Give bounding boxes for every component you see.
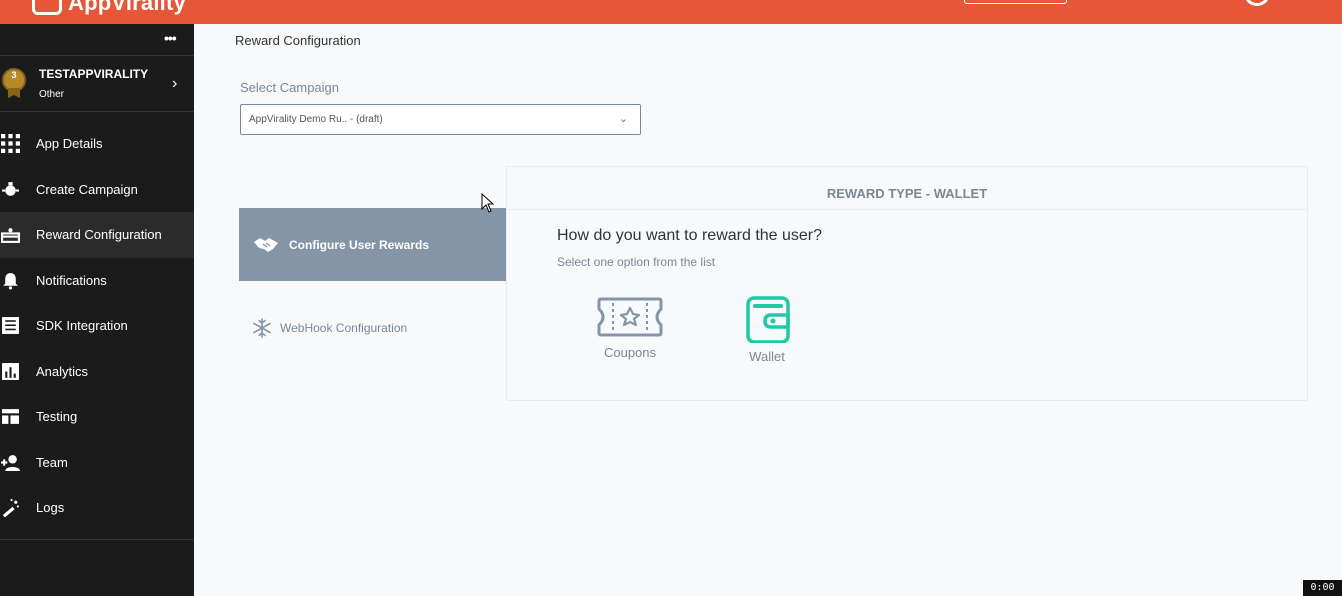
medal-ribbon	[8, 88, 20, 98]
reward-option-wallet[interactable]: Wallet	[743, 295, 791, 364]
mouse-cursor-icon	[481, 192, 495, 218]
sidebar-item-notifications[interactable]: Notifications	[0, 258, 194, 304]
sidebar-item-create-campaign[interactable]: Create Campaign	[0, 167, 194, 213]
bar-chart-icon	[0, 362, 36, 381]
bulb-icon	[0, 180, 36, 199]
gift-icon	[0, 225, 36, 244]
sidebar-item-label: App Details	[36, 136, 103, 152]
medal-icon: 3	[2, 68, 26, 98]
sidebar-item-label: Logs	[36, 500, 65, 516]
sidebar-item-logs[interactable]: Logs	[0, 485, 194, 531]
tab-configure-user-rewards[interactable]: Configure User Rewards	[239, 208, 507, 281]
user-avatar-icon[interactable]	[1244, 0, 1270, 6]
sidebar-item-label: SDK Integration	[36, 318, 128, 334]
reward-hint: Select one option from the list	[557, 255, 716, 269]
chevron-right-icon[interactable]: ›	[172, 75, 177, 93]
add-user-icon	[0, 453, 36, 472]
list-icon	[0, 316, 36, 335]
breadcrumb: Reward Configuration	[235, 33, 361, 48]
reward-question: How do you want to reward the user?	[557, 227, 823, 244]
sidebar-item-label: Testing	[36, 409, 78, 425]
wand-icon	[0, 498, 36, 518]
chevron-down-icon: ⌄	[618, 113, 628, 125]
reward-type-panel: REWARD TYPE - WALLET How do you want to …	[506, 166, 1308, 401]
recording-timer: 0:00	[1303, 580, 1342, 596]
sidebar-nav: App Details Create Campaign Reward Confi…	[0, 121, 194, 531]
option-label: Wallet	[749, 349, 785, 364]
campaign-select[interactable]: AppVirality Demo Ru.. - (draft) ⌄	[240, 104, 641, 135]
sidebar-divider	[0, 539, 194, 540]
reward-option-coupons[interactable]: Coupons	[595, 295, 665, 360]
sidebar-item-testing[interactable]: Testing	[0, 394, 194, 440]
panel-title: REWARD TYPE - WALLET	[507, 167, 1307, 210]
snowflake-icon	[252, 318, 272, 338]
handshake-icon	[253, 236, 279, 254]
wallet-icon	[743, 295, 791, 343]
bell-icon	[0, 271, 36, 290]
app-name: TESTAPPVIRALITY	[39, 67, 149, 81]
more-options-icon[interactable]: •••	[164, 31, 177, 45]
grid-icon	[0, 134, 36, 154]
top-bar: AppVirality	[0, 0, 1342, 24]
campaign-select-value: AppVirality Demo Ru.. - (draft)	[249, 114, 383, 125]
layout-icon	[0, 407, 36, 426]
sidebar-item-reward-configuration[interactable]: Reward Configuration	[0, 212, 194, 258]
sidebar-item-app-details[interactable]: App Details	[0, 121, 194, 167]
sidebar-item-label: Team	[36, 454, 68, 470]
sidebar: ••• 3 TESTAPPVIRALITY Other › App Detail…	[0, 24, 194, 596]
campaign-select-label: Select Campaign	[240, 80, 339, 95]
coupon-icon	[595, 295, 665, 339]
app-logo[interactable]: AppVirality	[32, 0, 186, 16]
sidebar-item-label: Notifications	[36, 272, 107, 288]
logo-text: AppVirality	[68, 0, 186, 15]
sidebar-item-label: Reward Configuration	[36, 227, 162, 243]
sidebar-item-analytics[interactable]: Analytics	[0, 349, 194, 395]
sidebar-item-label: Create Campaign	[36, 181, 138, 197]
header-button[interactable]	[964, 0, 1067, 4]
app-selector[interactable]: 3 TESTAPPVIRALITY Other ›	[0, 55, 194, 112]
sidebar-item-team[interactable]: Team	[0, 440, 194, 486]
logo-icon	[32, 0, 62, 15]
tab-webhook-configuration[interactable]: WebHook Configuration	[252, 318, 407, 338]
tab-label: WebHook Configuration	[280, 321, 408, 335]
tab-label: Configure User Rewards	[289, 237, 430, 252]
sidebar-item-label: Analytics	[36, 363, 89, 379]
option-label: Coupons	[603, 345, 657, 360]
sidebar-item-sdk-integration[interactable]: SDK Integration	[0, 303, 194, 349]
app-category: Other	[39, 89, 65, 100]
